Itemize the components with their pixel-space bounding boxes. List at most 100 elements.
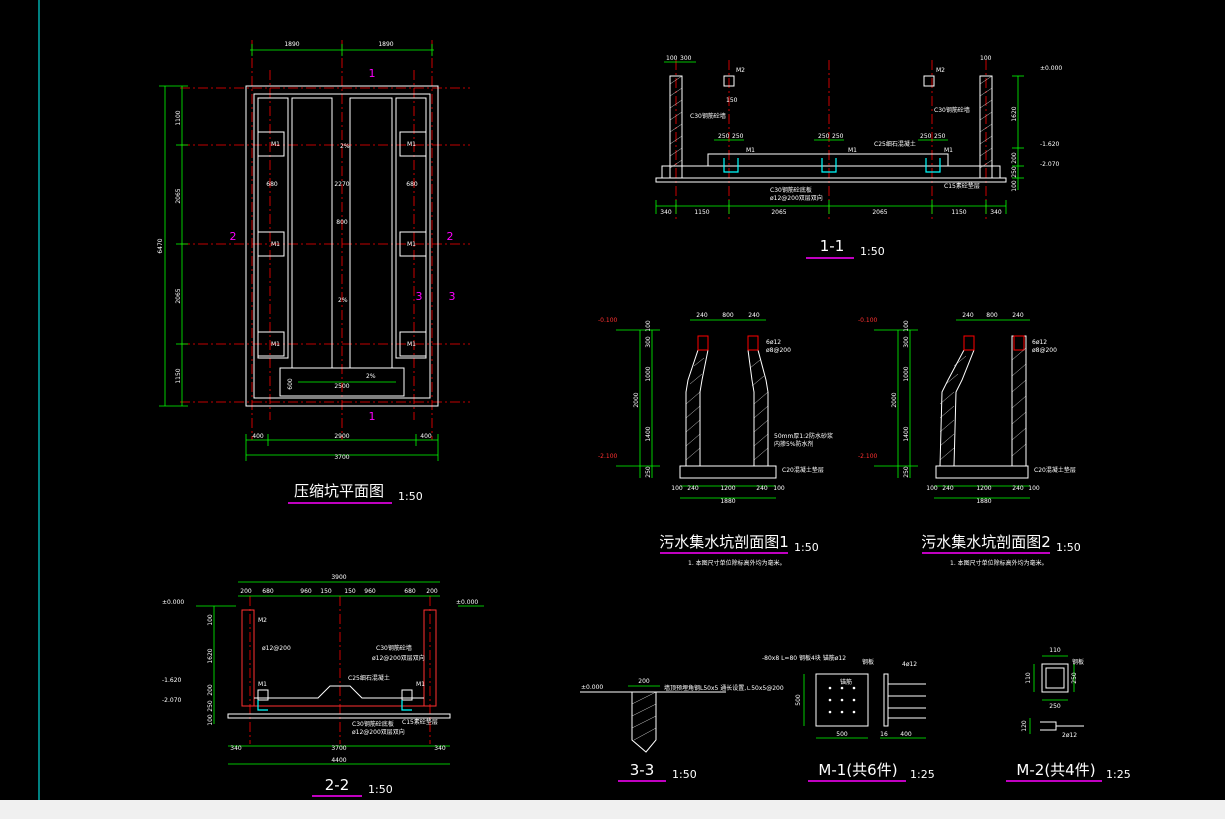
m2-dim: 250: [1071, 672, 1078, 684]
sump1-dim-left: 250: [645, 466, 652, 478]
sump2-dim-bottom: 100: [926, 485, 938, 492]
sump2-dim-top: 800: [986, 312, 998, 319]
plan-scale: 1:50: [398, 490, 423, 503]
s11-title: 1-1: [820, 237, 845, 255]
sump1-dim-bottom: 240: [687, 485, 699, 492]
s11-dim-bottom: 2065: [872, 209, 887, 216]
sump2-dim-bottom: 240: [1012, 485, 1024, 492]
m1-dim: 400: [900, 731, 912, 738]
sump2-dim-left: 1400: [903, 426, 910, 441]
sump1-elevation-bottom: -2.100: [598, 453, 618, 460]
m2-scale: 1:25: [1106, 768, 1131, 781]
s22-dim-left: 100: [207, 614, 214, 626]
plan-inner-dim: 680: [406, 181, 418, 188]
sump2-dim-left: 2000: [891, 392, 898, 407]
s11-label: M2: [736, 67, 745, 74]
m2-side-view: [1040, 721, 1084, 731]
plan-dim-left: 1100: [175, 110, 182, 125]
s11-outline: [655, 75, 1007, 183]
plan-dim-bottom: 2900: [334, 433, 349, 440]
plan-inner-dim: 2500: [334, 383, 349, 390]
embed-label: M1: [271, 241, 280, 248]
sump1-dim-top: 240: [696, 312, 708, 319]
m1-label: 钢板: [862, 658, 874, 666]
s22-title: 2-2: [325, 776, 350, 794]
embed-label: M1: [407, 341, 416, 348]
sump2-outline: [935, 335, 1029, 479]
plan-inner-dim: 800: [336, 219, 348, 226]
status-bar: [0, 800, 1225, 819]
sump1-dim-left: 300: [645, 336, 652, 348]
sump1-dimension-lines: [616, 319, 776, 499]
s11-dim-top: 300: [680, 55, 692, 62]
s11-dim-right: 100: [1011, 180, 1018, 192]
s33-dim: 200: [638, 678, 650, 685]
s33-note: 墙顶预埋角钢L50x5 通长设置,∟50x5@200: [664, 684, 784, 692]
s11-label: C25细石混凝土: [874, 140, 916, 148]
s11-dim-right: 200: [1011, 152, 1018, 164]
s11-inner-dim: 250: [732, 133, 744, 140]
sump1-label: ø8@200: [766, 347, 791, 354]
s11-dim-bottom: 340: [990, 209, 1002, 216]
sump2-scale: 1:50: [1056, 541, 1081, 554]
sump1-dim-bottom: 1200: [720, 485, 735, 492]
s22-label: M1: [416, 681, 425, 688]
sump1-label: 6ø12: [766, 339, 781, 346]
s22-elevation: ±0.000: [456, 599, 478, 606]
s11-embed-plates: [723, 158, 941, 173]
s11-label: M2: [936, 67, 945, 74]
sump1-dim-left: 1400: [645, 426, 652, 441]
s22-label: C25细石混凝土: [348, 674, 390, 682]
s22-label: M1: [258, 681, 267, 688]
s11-label: C15素砼垫层: [944, 182, 980, 190]
s33-hatch: [631, 691, 657, 741]
sump2-label: C20混凝土垫层: [1034, 466, 1076, 474]
s22-dim-left: 1620: [207, 648, 214, 663]
m1-dim: 500: [795, 694, 802, 706]
s11-elevation: ±0.000: [1040, 65, 1062, 72]
sump1-label: 50mm厚1:2防水砂浆: [774, 432, 833, 440]
plan-dim-bottom: 400: [420, 433, 432, 440]
plan-slope: 2%: [340, 143, 350, 150]
m1-title: M-1(共6件): [818, 761, 897, 779]
m1-detail-view: -80x8 L=80 钢板4块 锚筋ø12 500 500 16 400 4ø1…: [762, 654, 935, 782]
sump1-dim-left: 2000: [633, 392, 640, 407]
s22-dim-left: 100: [207, 714, 214, 726]
sump1-dim-top: 800: [722, 312, 734, 319]
m2-dim: 110: [1049, 647, 1061, 654]
sump2-dim-left: 100: [903, 320, 910, 332]
plan-dim-left: 2065: [175, 288, 182, 303]
sump2-dim-left: 300: [903, 336, 910, 348]
s11-dim-right: 1620: [1011, 106, 1018, 121]
section-mark-3: 3: [449, 290, 456, 303]
sump2-note: 1. 本图尺寸单位除标高外均为毫米。: [950, 559, 1048, 567]
s33-elevation: ±0.000: [581, 684, 603, 691]
embed-label: M1: [407, 241, 416, 248]
m1-label: 锚筋: [840, 678, 852, 686]
sump1-dim-top: 240: [748, 312, 760, 319]
sump1-dim-left: 100: [645, 320, 652, 332]
s22-dim-top: 960: [300, 588, 312, 595]
s22-elevation: -1.620: [162, 677, 182, 684]
plan-slope: 2%: [338, 297, 348, 304]
s11-inner-dim: 250: [920, 133, 932, 140]
s11-dim-bottom: 1150: [694, 209, 709, 216]
sump2-top-caps: [963, 335, 1025, 351]
sump1-dim-bottom: 100: [773, 485, 785, 492]
plan-inner-dim: 600: [287, 378, 294, 390]
s22-dim-left: 250: [207, 700, 214, 712]
s11-inner-dim: 250: [818, 133, 830, 140]
s11-inner-dim: 250: [832, 133, 844, 140]
sump1-dim-total: 1880: [720, 498, 735, 505]
sump1-top-caps: [697, 335, 759, 351]
s22-dim-top: 960: [364, 588, 376, 595]
s11-label: C30钢筋砼底板: [770, 186, 812, 194]
s11-label: C30钢筋砼墙: [934, 106, 970, 114]
s11-label: ø12@200双层双向: [770, 194, 823, 202]
cad-drawing-canvas[interactable]: M1 M1 M1 M1 M1 M1 1890 1890 400 2900 400…: [0, 0, 1225, 800]
drawing-svg: M1 M1 M1 M1 M1 M1 1890 1890 400 2900 400…: [38, 0, 1131, 800]
section-3-3-view: ±0.000 200 墙顶预埋角钢L50x5 通长设置,∟50x5@200 3-…: [580, 678, 784, 782]
plan-title: 压缩坑平面图: [294, 482, 384, 500]
s22-elevation: -2.070: [162, 697, 182, 704]
s22-dim-top: 680: [262, 588, 274, 595]
